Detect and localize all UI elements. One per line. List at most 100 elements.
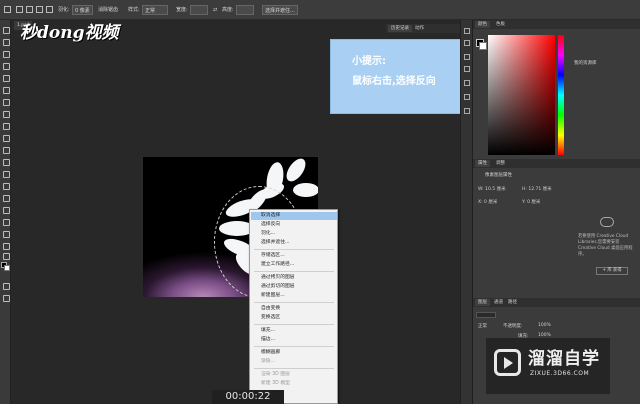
tab-color[interactable]: 颜色: [475, 21, 490, 28]
eraser-tool-icon[interactable]: [2, 146, 10, 154]
width-readout[interactable]: W: 10.5 厘米: [478, 186, 506, 192]
menu-item-render-3d: 渲染 3D 图层: [261, 372, 290, 377]
y-readout[interactable]: Y: 0 厘米: [522, 199, 540, 205]
menu-item-layer-via-copy[interactable]: 通过拷贝的图层: [251, 274, 337, 282]
menu-separator: [254, 368, 334, 369]
menu-item-layer-via-cut[interactable]: 通过剪切的图层: [251, 283, 337, 291]
style-label: 样式:: [128, 7, 140, 13]
tip-callout: 小提示: 鼠标右击,选择反向: [330, 39, 467, 114]
move-tool-icon[interactable]: [2, 26, 10, 34]
tab-properties[interactable]: 属性: [475, 160, 490, 167]
history-panel-header: 历史记录 动作: [386, 24, 460, 33]
tab-layers[interactable]: 图层: [475, 299, 490, 306]
menu-item-select-inverse[interactable]: 选择反向: [251, 221, 337, 229]
hand-tool-icon[interactable]: [2, 242, 10, 250]
hue-slider[interactable]: [558, 35, 564, 155]
blend-mode-select[interactable]: 正常: [478, 323, 487, 329]
style-select[interactable]: 正常: [142, 5, 168, 15]
color-field[interactable]: [488, 35, 555, 155]
healing-tool-icon[interactable]: [2, 98, 10, 106]
video-timer: 00:00:22: [212, 390, 284, 404]
path-select-tool-icon[interactable]: [2, 218, 10, 226]
watermark-title: 溜溜自学: [528, 349, 600, 369]
properties-title: 像素图层属性: [485, 173, 512, 178]
shape-tool-icon[interactable]: [2, 230, 10, 238]
creative-cloud-icon: [600, 217, 614, 227]
tab-actions[interactable]: 动作: [412, 25, 427, 32]
marquee-tool-icon[interactable]: [2, 38, 10, 46]
menu-item-blur-gallery[interactable]: 模糊画廊: [251, 349, 337, 357]
swap-icon[interactable]: ⇄: [213, 5, 217, 15]
menu-item-new-layer[interactable]: 新建图层...: [251, 292, 337, 300]
flower-petal: [293, 183, 318, 197]
antialias-checkbox[interactable]: 消除锯齿: [98, 5, 118, 15]
tab-channels[interactable]: 通道: [491, 299, 506, 306]
menu-item-stroke[interactable]: 描边...: [251, 336, 337, 344]
menu-item-select-and-mask[interactable]: 选择并遮住...: [251, 239, 337, 247]
gradient-tool-icon[interactable]: [2, 158, 10, 166]
new-selection-icon[interactable]: [16, 6, 23, 13]
zoom-tool-icon[interactable]: [2, 252, 10, 260]
menu-separator: [254, 271, 334, 272]
menu-item-save-selection[interactable]: 存储选区...: [251, 252, 337, 260]
panel-background-swatch[interactable]: [479, 42, 487, 50]
stamp-tool-icon[interactable]: [2, 122, 10, 130]
history-brush-tool-icon[interactable]: [2, 134, 10, 142]
tool-preset-icon[interactable]: [4, 6, 11, 13]
menu-item-free-transform[interactable]: 自由变换: [251, 305, 337, 313]
tools-panel: [0, 20, 11, 404]
brush-tool-icon[interactable]: [2, 110, 10, 118]
menu-item-fill[interactable]: 填充...: [251, 327, 337, 335]
paragraph-panel-icon[interactable]: [464, 66, 470, 72]
feather-field[interactable]: 0 像素: [72, 5, 93, 15]
libraries-get-button[interactable]: + 库 获得: [596, 267, 628, 275]
menu-item-deselect[interactable]: 取消选择: [251, 212, 337, 220]
clone-panel-icon[interactable]: [464, 94, 470, 100]
quick-select-tool-icon[interactable]: [2, 62, 10, 70]
intersect-selection-icon[interactable]: [46, 6, 53, 13]
color-panel-header: 颜色 色板: [473, 20, 640, 29]
layer-filter-select[interactable]: [476, 312, 496, 318]
watermark: 溜溜自学 ZIXUE.3D66.COM: [486, 338, 610, 394]
eyedropper-tool-icon[interactable]: [2, 86, 10, 94]
character-panel-icon[interactable]: [464, 54, 470, 60]
tab-swatches[interactable]: 色板: [493, 21, 508, 28]
height-field[interactable]: [236, 5, 254, 15]
tip-body: 鼠标右击,选择反向: [352, 76, 436, 87]
lasso-tool-icon[interactable]: [2, 50, 10, 58]
subtract-selection-icon[interactable]: [36, 6, 43, 13]
tip-title: 小提示:: [352, 56, 386, 67]
menu-item-feather[interactable]: 羽化...: [251, 230, 337, 238]
brush-panel-icon[interactable]: [464, 80, 470, 86]
menu-item-transform-selection[interactable]: 变换选区: [251, 314, 337, 322]
select-and-mask-button[interactable]: 选择并遮住...: [262, 5, 298, 15]
pen-tool-icon[interactable]: [2, 194, 10, 202]
type-tool-icon[interactable]: [2, 206, 10, 214]
libraries-title: 我的资源库: [574, 61, 597, 66]
add-selection-icon[interactable]: [26, 6, 33, 13]
menu-item-make-work-path[interactable]: 建立工作路径...: [251, 261, 337, 269]
background-color-swatch[interactable]: [4, 265, 10, 271]
glyphs-panel-icon[interactable]: [464, 108, 470, 114]
properties-panel-header: 属性 调整: [473, 159, 640, 168]
history-panel-icon[interactable]: [464, 28, 470, 34]
opacity-value[interactable]: 100%: [538, 323, 551, 328]
context-menu: 取消选择 选择反向 羽化... 选择并遮住... 存储选区... 建立工作路径.…: [249, 209, 338, 404]
play-logo-icon: [494, 349, 521, 376]
tab-history[interactable]: 历史记录: [388, 25, 412, 32]
watermark-url: ZIXUE.3D66.COM: [530, 370, 590, 377]
width-field[interactable]: [190, 5, 208, 15]
x-readout[interactable]: X: 0 厘米: [478, 199, 497, 205]
screen-mode-icon[interactable]: [2, 294, 10, 302]
blur-tool-icon[interactable]: [2, 170, 10, 178]
height-readout[interactable]: H: 12.71 厘米: [522, 186, 552, 192]
height-label: 高度:: [222, 7, 234, 13]
tab-adjustments[interactable]: 调整: [493, 160, 508, 167]
options-bar: 羽化: 0 像素 消除锯齿 样式: 正常 宽度: ⇄ 高度: 选择并遮住...: [0, 0, 640, 20]
actions-panel-icon[interactable]: [464, 40, 470, 46]
quick-mask-icon[interactable]: [2, 282, 10, 290]
tab-paths[interactable]: 路径: [505, 299, 520, 306]
dodge-tool-icon[interactable]: [2, 182, 10, 190]
menu-item-fade: 渐隐...: [261, 359, 276, 364]
crop-tool-icon[interactable]: [2, 74, 10, 82]
